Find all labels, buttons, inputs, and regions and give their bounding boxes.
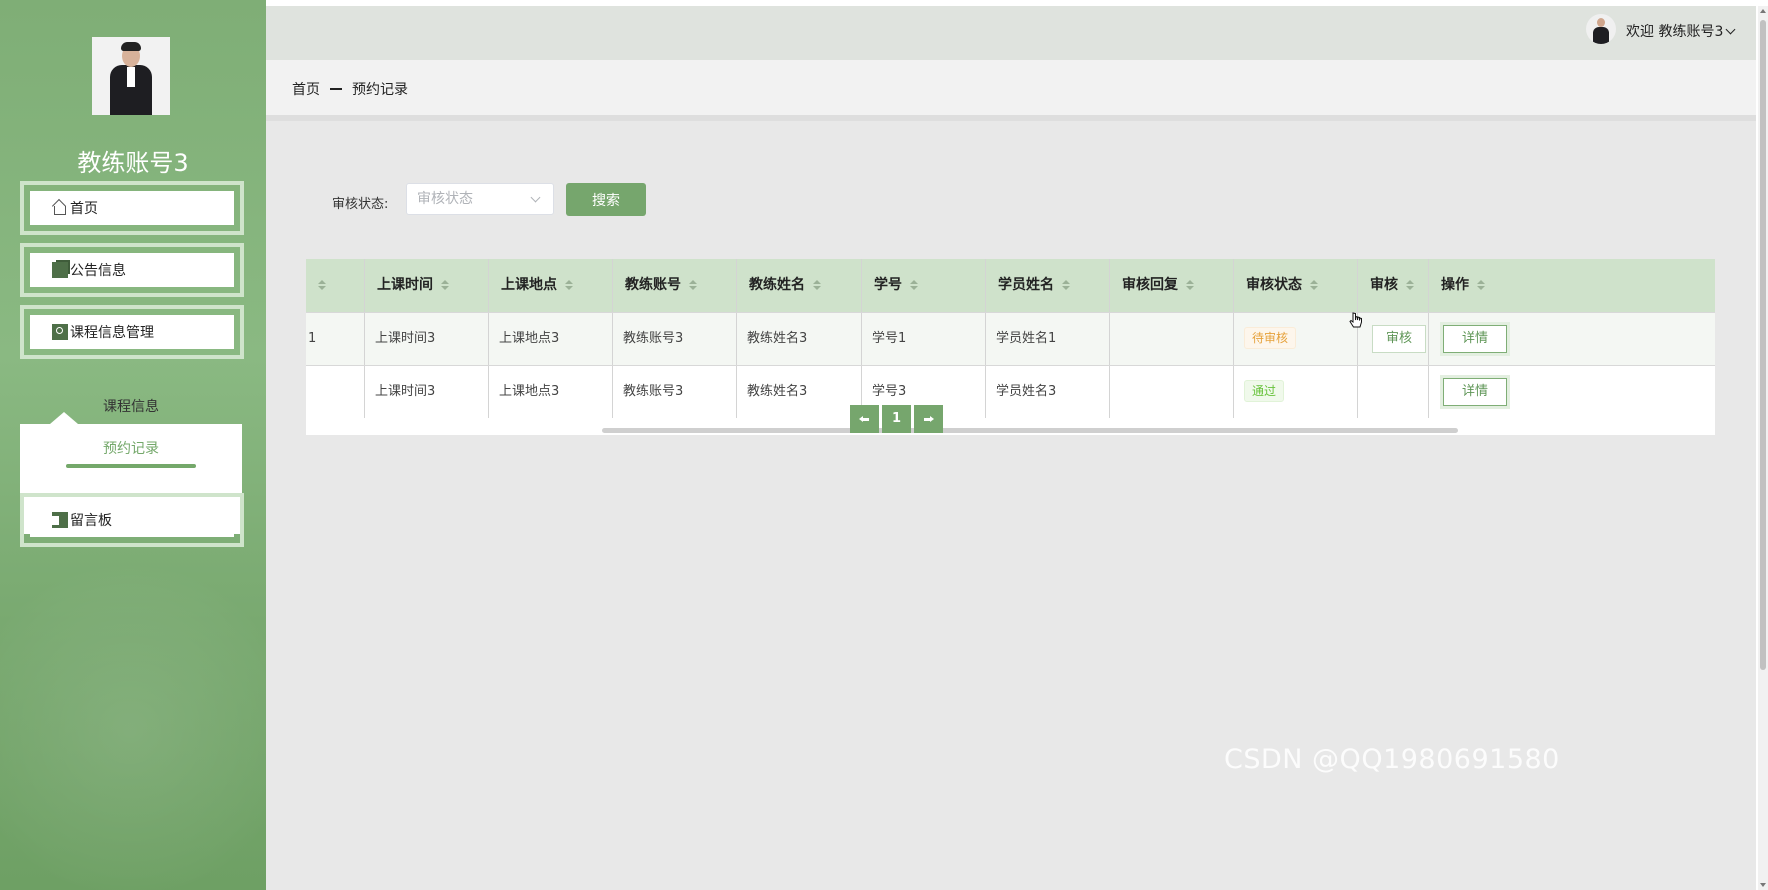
table-header: 上课时间 上课地点 教练账号 教练姓名 学号 学员姓名 审核回复 审核状态 审核… [306,259,1715,312]
home-icon [52,200,68,216]
sidebar-item-message-board[interactable]: 留言板 [20,493,244,547]
breadcrumb-current: 预约记录 [352,82,408,98]
sort-icon[interactable] [1406,280,1414,290]
sidebar-item-label: 首页 [70,201,98,217]
column-header-student-name[interactable]: 学员姓名 [986,259,1110,312]
watermark: CSDN @QQ1980691580 [1224,744,1560,775]
column-header-audit[interactable]: 审核 [1358,259,1429,312]
cell-time: 上课时间3 [365,313,489,365]
sidebar-item-label: 留言板 [70,513,112,529]
sort-icon[interactable] [318,280,326,290]
submenu-item-appointments[interactable]: 预约记录 [20,438,242,458]
breadcrumb-home[interactable]: 首页 [292,79,320,99]
chevron-down-icon [530,192,541,203]
cell-index [306,366,365,418]
top-avatar[interactable] [1586,14,1616,44]
pagination: 1 [850,405,943,433]
table-horizontal-scrollbar[interactable] [602,428,1458,433]
column-header-actions[interactable]: 操作 [1429,259,1715,312]
cell-audit: 审核 [1358,313,1429,365]
breadcrumb-bar: 首页 预约记录 [266,60,1756,121]
column-header-reply[interactable]: 审核回复 [1110,259,1234,312]
prev-page-button[interactable] [850,405,879,433]
cell-status: 通过 [1234,366,1358,418]
detail-button[interactable]: 详情 [1443,378,1508,406]
message-board-icon [52,512,68,528]
cell-index: 1 [306,313,365,365]
column-header-time[interactable]: 上课时间 [365,259,489,312]
cell-student-name: 学员姓名1 [986,313,1110,365]
sort-icon[interactable] [813,280,821,290]
notice-icon [52,262,68,278]
column-header-coach-name[interactable]: 教练姓名 [737,259,862,312]
column-header-status[interactable]: 审核状态 [1234,259,1358,312]
sidebar: 教练账号3 首页 公告信息 课程信息管理 课程信息 预约记录 留言板 [0,0,266,890]
column-header-coach-account[interactable]: 教练账号 [613,259,737,312]
column-header-place[interactable]: 上课地点 [489,259,613,312]
breadcrumb: 首页 预约记录 [292,79,408,99]
scroll-down-icon[interactable] [1760,883,1766,887]
user-menu[interactable]: 欢迎 教练账号3 [1626,21,1736,41]
select-placeholder: 审核状态 [417,191,473,207]
welcome-text: 欢迎 教练账号3 [1626,24,1724,40]
scroll-up-icon[interactable] [1760,9,1766,13]
cell-place: 上课地点3 [489,366,613,418]
cell-actions: 详情 [1429,313,1715,365]
sidebar-item-course-management[interactable]: 课程信息管理 [20,305,244,359]
cell-reply [1110,366,1234,418]
scroll-thumb[interactable] [1760,20,1766,670]
sort-icon[interactable] [1477,280,1485,290]
sidebar-username: 教练账号3 [77,149,189,177]
sort-icon[interactable] [565,280,573,290]
status-badge: 通过 [1244,380,1285,402]
breadcrumb-separator [330,88,342,90]
audit-button[interactable]: 审核 [1372,325,1427,353]
course-icon [52,324,68,340]
cell-actions: 详情 [1429,366,1715,418]
cell-place: 上课地点3 [489,313,613,365]
cell-audit [1358,366,1429,418]
status-filter-label: 审核状态: [332,197,389,212]
cell-coach-account: 教练账号3 [613,366,737,418]
chevron-down-icon [1725,24,1736,35]
appointments-table: 上课时间 上课地点 教练账号 教练姓名 学号 学员姓名 审核回复 审核状态 审核… [306,259,1715,435]
cell-student-id: 学号1 [862,313,986,365]
active-indicator [66,464,196,468]
cell-reply [1110,313,1234,365]
submenu-item-course-info[interactable]: 课程信息 [20,396,242,416]
sort-icon[interactable] [910,280,918,290]
sort-icon[interactable] [1062,280,1070,290]
page-number-button[interactable]: 1 [882,405,911,433]
status-filter-select[interactable]: 审核状态 [406,183,554,215]
table-row: 1 上课时间3 上课地点3 教练账号3 教练姓名3 学号1 学员姓名1 待审核 … [306,312,1715,365]
user-avatar [92,37,170,115]
detail-button[interactable]: 详情 [1443,325,1508,353]
table-row: 上课时间3 上课地点3 教练账号3 教练姓名3 学号3 学员姓名3 通过 详情 [306,365,1715,418]
status-badge: 待审核 [1244,327,1297,349]
cell-coach-name: 教练姓名3 [737,366,862,418]
page-scrollbar[interactable] [1758,6,1768,890]
sidebar-item-notice[interactable]: 公告信息 [20,243,244,297]
cell-time: 上课时间3 [365,366,489,418]
next-page-button[interactable] [914,405,943,433]
column-header-student-id[interactable]: 学号 [862,259,986,312]
sidebar-item-label: 课程信息管理 [70,325,154,341]
cell-student-name: 学员姓名3 [986,366,1110,418]
column-header-index[interactable] [306,259,365,312]
cell-coach-account: 教练账号3 [613,313,737,365]
top-bar: 欢迎 教练账号3 [266,6,1756,60]
search-button[interactable]: 搜索 [566,183,646,216]
sidebar-item-label: 公告信息 [70,263,126,279]
sidebar-item-home[interactable]: 首页 [20,181,244,235]
cell-status: 待审核 [1234,313,1358,365]
sort-icon[interactable] [1310,280,1318,290]
sort-icon[interactable] [441,280,449,290]
sort-icon[interactable] [1186,280,1194,290]
cell-coach-name: 教练姓名3 [737,313,862,365]
sort-icon[interactable] [689,280,697,290]
